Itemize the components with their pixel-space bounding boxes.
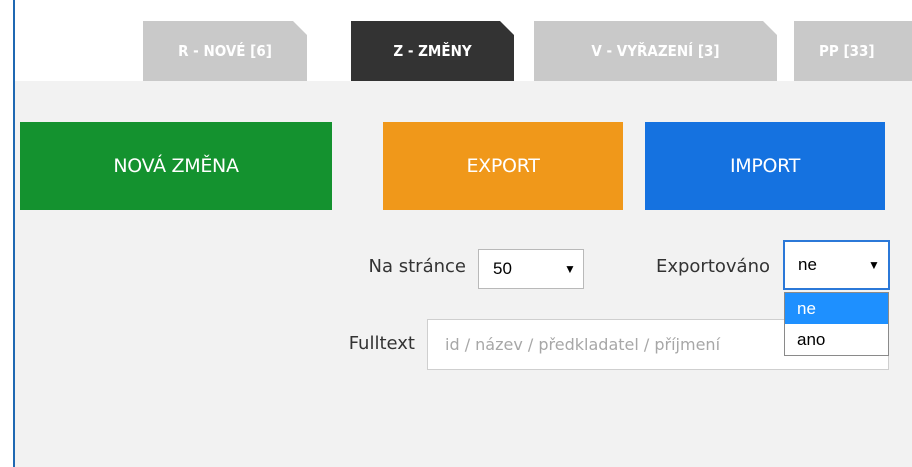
per-page-label: Na stránce bbox=[368, 256, 466, 277]
export-label: EXPORT bbox=[466, 155, 540, 177]
exported-option-ne[interactable]: ne bbox=[785, 293, 888, 324]
tab-changes-label: Z - ZMĚNY bbox=[393, 42, 472, 60]
tab-removed-label: V - VYŘAZENÍ [3] bbox=[591, 42, 720, 60]
exported-chevron-down-icon: ▼ bbox=[868, 258, 880, 272]
import-button[interactable]: IMPORT bbox=[645, 122, 885, 210]
per-page-select[interactable]: 50 ▼ bbox=[478, 249, 584, 289]
tab-changes[interactable]: Z - ZMĚNY bbox=[351, 21, 514, 81]
per-page-value: 50 bbox=[493, 259, 512, 278]
new-change-button[interactable]: NOVÁ ZMĚNA bbox=[20, 122, 332, 210]
tab-pp[interactable]: PP [33] bbox=[794, 21, 912, 81]
exported-value: ne bbox=[798, 255, 817, 274]
export-button[interactable]: EXPORT bbox=[383, 122, 623, 210]
exported-label: Exportováno bbox=[655, 256, 770, 277]
exported-dropdown: ne ano bbox=[784, 292, 889, 356]
tab-new-label: R - NOVÉ [6] bbox=[178, 42, 272, 60]
fulltext-label: Fulltext bbox=[348, 333, 415, 354]
new-change-label: NOVÁ ZMĚNA bbox=[113, 155, 239, 177]
tab-pp-label: PP [33] bbox=[819, 42, 875, 60]
exported-option-ano[interactable]: ano bbox=[785, 324, 888, 355]
tab-new[interactable]: R - NOVÉ [6] bbox=[143, 21, 307, 81]
tab-removed[interactable]: V - VYŘAZENÍ [3] bbox=[534, 21, 777, 81]
per-page-chevron-down-icon: ▼ bbox=[564, 262, 576, 276]
import-label: IMPORT bbox=[729, 155, 801, 177]
exported-select[interactable]: ne ▼ bbox=[783, 240, 890, 290]
